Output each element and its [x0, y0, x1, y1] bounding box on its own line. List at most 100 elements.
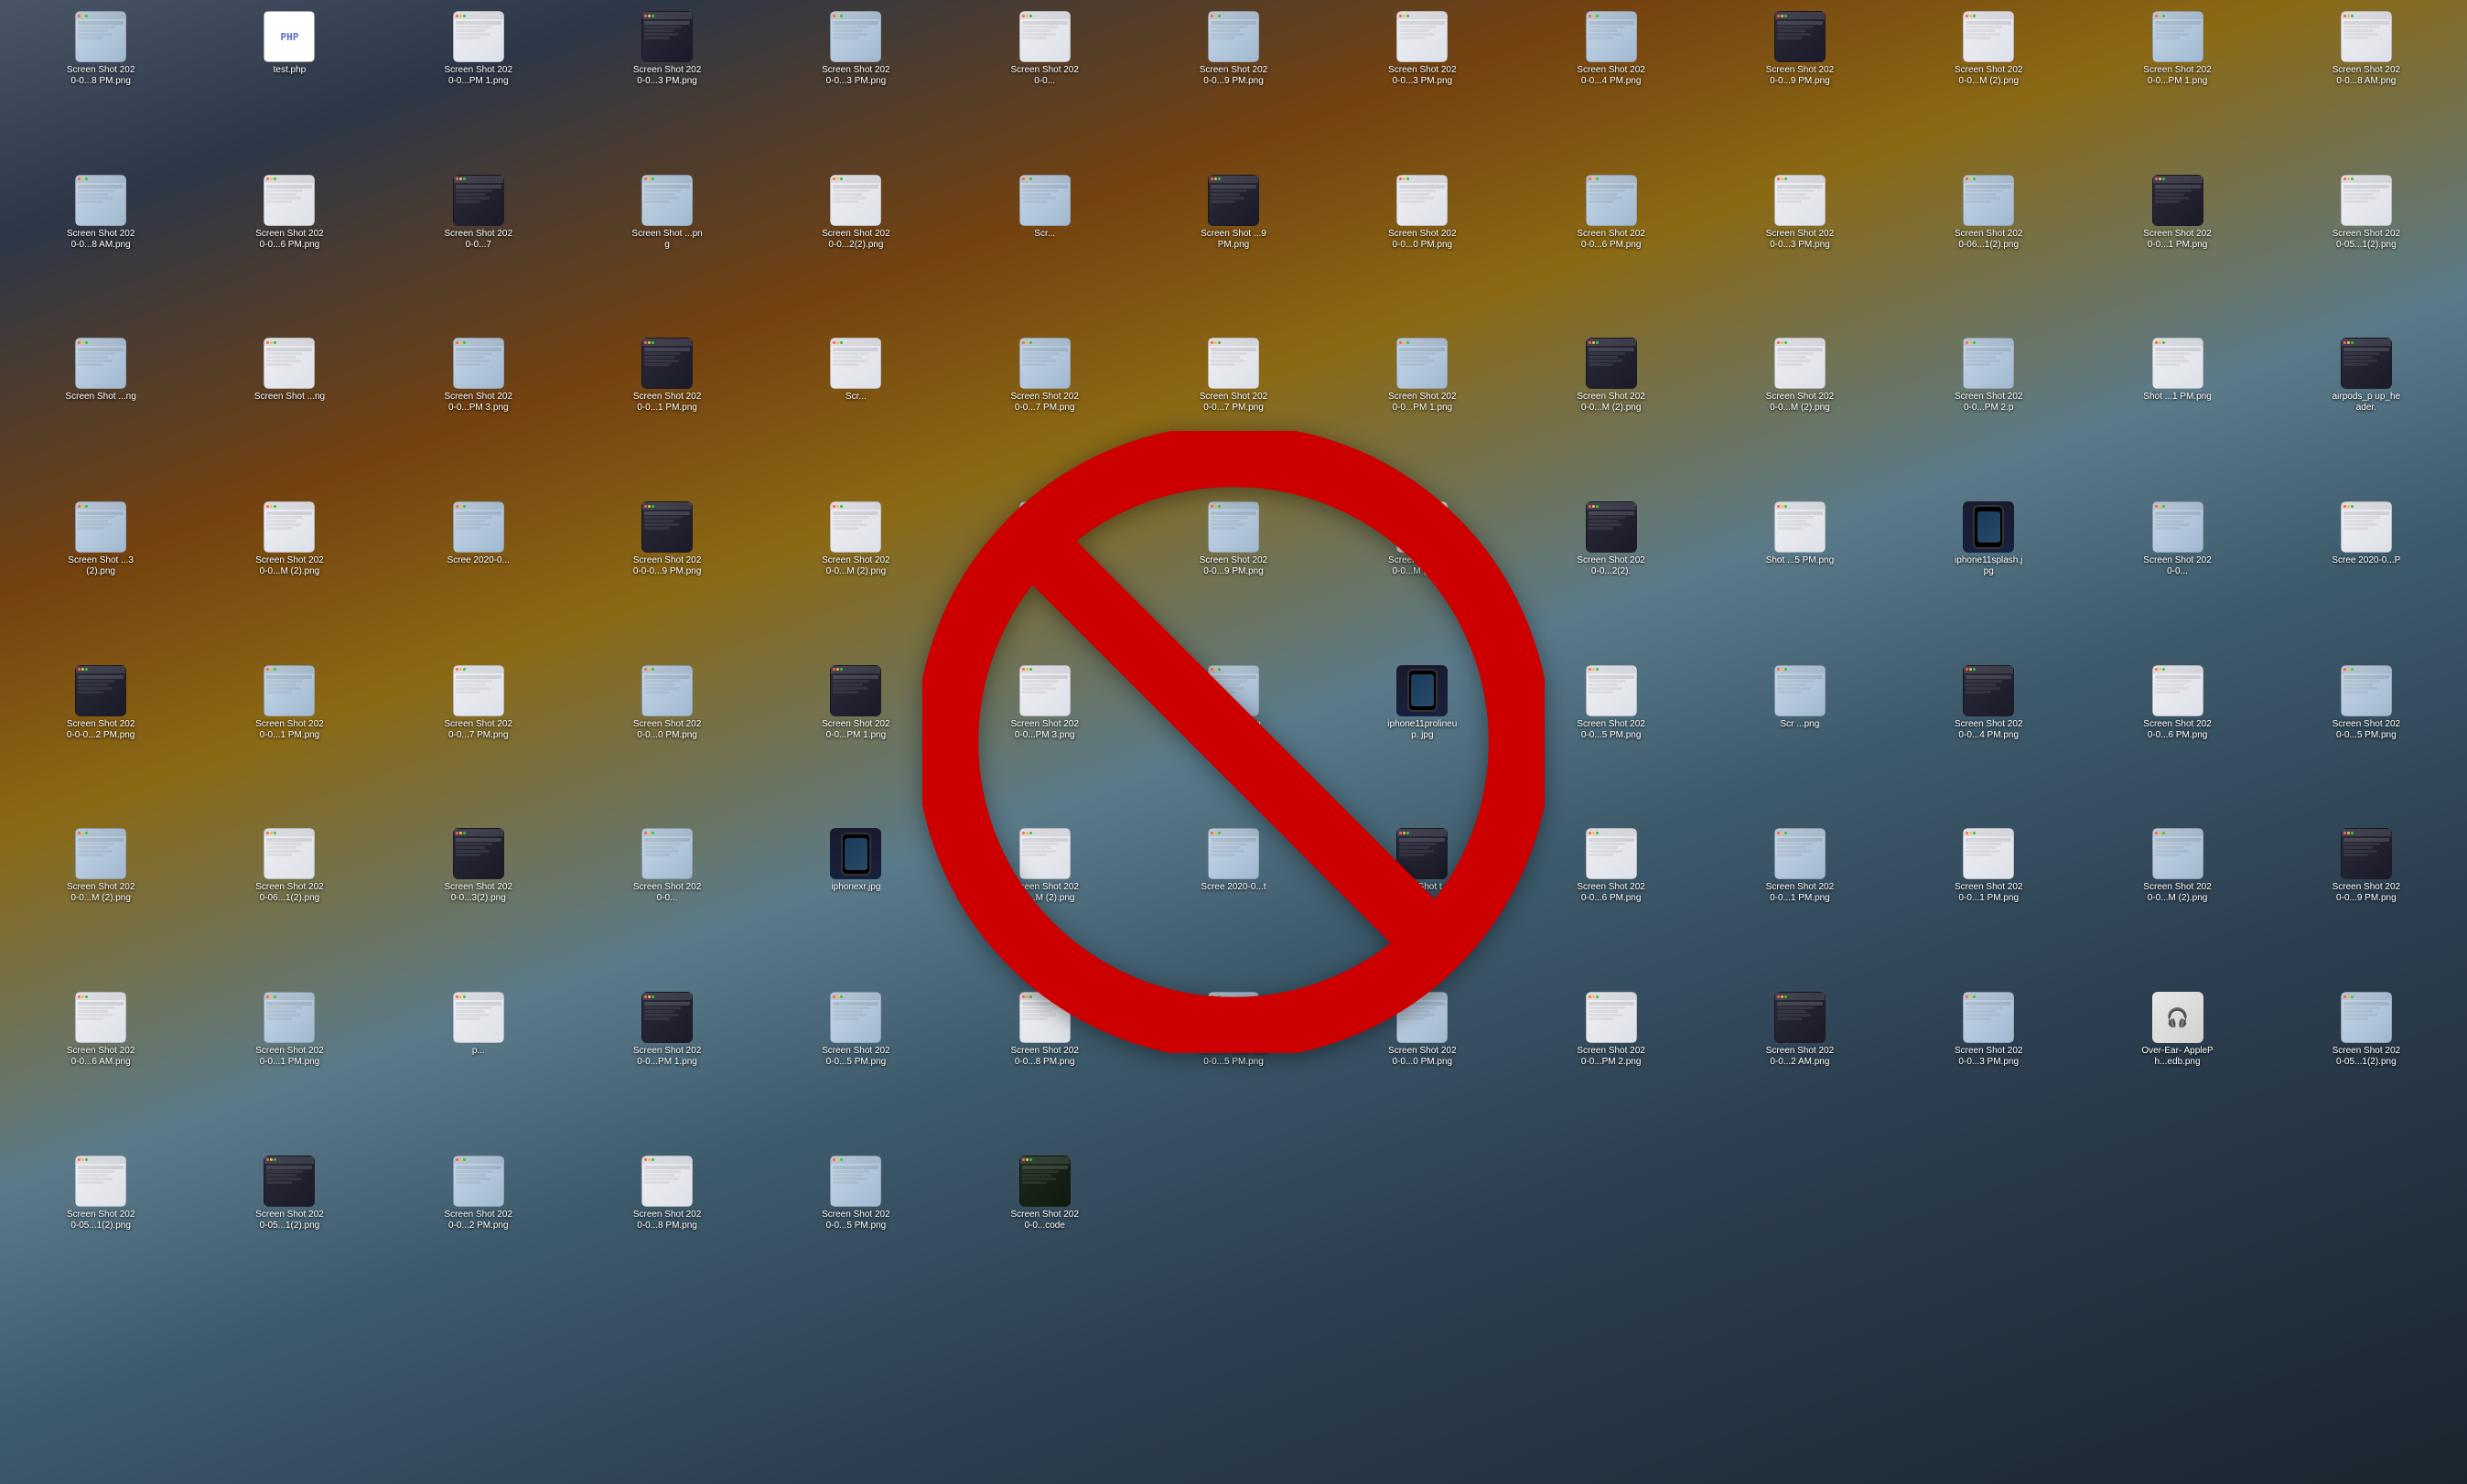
desktop-icon-59[interactable]: Shot ...?).png [1188, 661, 1279, 823]
desktop-icon-25[interactable]: Screen Shot 2020-0...1 PM.png [2132, 171, 2224, 333]
desktop-icon-96[interactable]: Screen Shot 2020-0...5 PM.png [810, 1152, 901, 1314]
desktop-icon-89[interactable]: Screen Shot 2020-0...3 PM.png [1943, 988, 2034, 1150]
desktop-icon-17[interactable]: Screen Shot ...png [621, 171, 713, 333]
desktop-icon-42[interactable]: Scree 2020-0... [433, 498, 524, 660]
desktop-icon-18[interactable]: Screen Shot 2020-0...2(2).png [810, 171, 901, 333]
desktop-icon-78[interactable]: Screen Shot 2020-0...9 PM.png [2321, 824, 2412, 986]
desktop-icon-31[interactable]: Scr... [810, 334, 901, 496]
desktop-icon-21[interactable]: Screen Shot 2020-0...0 PM.png [1376, 171, 1468, 333]
desktop-icon-22[interactable]: Screen Shot 2020-0...6 PM.png [1566, 171, 1657, 333]
desktop-icon-1[interactable]: Screen Shot 2020-0...8 PM.png [55, 7, 146, 169]
desktop-icon-61[interactable]: Screen Shot 2020-0...5 PM.png [1566, 661, 1657, 823]
desktop-icon-2[interactable]: PHPtest.php [243, 7, 335, 169]
desktop-icon-23[interactable]: Screen Shot 2020-0...3 PM.png [1754, 171, 1846, 333]
desktop-icon-91[interactable]: Screen Shot 2020-05...1(2).png [2321, 988, 2412, 1150]
desktop-icon-26[interactable]: Screen Shot 2020-05...1(2).png [2321, 171, 2412, 333]
desktop-icon-74[interactable]: Screen Shot 2020-0...6 PM.png [1566, 824, 1657, 986]
desktop-icon-15[interactable]: Screen Shot 2020-0...6 PM.png [243, 171, 335, 333]
desktop-icon-19[interactable]: Scr... [999, 171, 1091, 333]
desktop-icon-9[interactable]: Screen Shot 2020-0...4 PM.png [1566, 7, 1657, 169]
desktop-icon-67[interactable]: Screen Shot 2020-06...1(2).png [243, 824, 335, 986]
desktop-icon-48[interactable]: Screen Shot 2020-0...2(2). [1566, 498, 1657, 660]
desktop-icon-73[interactable]: Screen Shot t (2).png [1376, 824, 1468, 986]
desktop-icon-85[interactable]: Screen Shot 2020-0...5 PM.png [1188, 988, 1279, 1150]
desktop-icon-29[interactable]: Screen Shot 2020-0...PM 3.png [433, 334, 524, 496]
desktop-icon-50[interactable]: iphone11splash.j pg [1943, 498, 2034, 660]
desktop-icon-83[interactable]: Screen Shot 2020-0...5 PM.png [810, 988, 901, 1150]
desktop-icon-81[interactable]: p... [433, 988, 524, 1150]
desktop-icon-68[interactable]: Screen Shot 2020-0...3(2).png [433, 824, 524, 986]
desktop-icon-72[interactable]: Scree 2020-0...t [1188, 824, 1279, 986]
desktop-icon-12[interactable]: Screen Shot 2020-0...PM 1.png [2132, 7, 2224, 169]
desktop-icon-6[interactable]: Screen Shot 2020-0... [999, 7, 1091, 169]
desktop-icon-53[interactable]: Screen Shot 2020-0-0...2 PM.png [55, 661, 146, 823]
desktop-icon-40[interactable]: Screen Shot ...3(2).png [55, 498, 146, 660]
desktop-icon-8[interactable]: Screen Shot 2020-0...3 PM.png [1376, 7, 1468, 169]
icon-label-13: Screen Shot 2020-0...8 AM.png [2330, 65, 2403, 87]
desktop-icon-32[interactable]: Screen Shot 2020-0...7 PM.png [999, 334, 1091, 496]
desktop-icon-47[interactable]: Screen Shot 2020-0...M (2).png [1376, 498, 1468, 660]
desktop-icon-20[interactable]: Screen Shot ...9 PM.png [1188, 171, 1279, 333]
icon-label-71: Screen Shot 2020-0...M (2).png [1008, 882, 1082, 904]
desktop-icon-86[interactable]: Screen Shot 2020-0...0 PM.png [1376, 988, 1468, 1150]
desktop-icon-54[interactable]: Screen Shot 2020-0...1 PM.png [243, 661, 335, 823]
desktop-icon-60[interactable]: iphone11prolineup. jpg [1376, 661, 1468, 823]
desktop-icon-43[interactable]: Screen Shot 2020-0-0...9 PM.png [621, 498, 713, 660]
desktop-icon-88[interactable]: Screen Shot 2020-0...2 AM.png [1754, 988, 1846, 1150]
desktop-icon-70[interactable]: iphonexr.jpg [810, 824, 901, 986]
desktop-icon-55[interactable]: Screen Shot 2020-0...7 PM.png [433, 661, 524, 823]
desktop-icon-44[interactable]: Screen Shot 2020-0...M (2).png [810, 498, 901, 660]
desktop-icon-41[interactable]: Screen Shot 2020-0...M (2).png [243, 498, 335, 660]
desktop-icon-97[interactable]: Screen Shot 2020-0...code [999, 1152, 1091, 1314]
desktop-icon-92[interactable]: Screen Shot 2020-05...1(2).png [55, 1152, 146, 1314]
desktop-icon-51[interactable]: Screen Shot 2020-0... [2132, 498, 2224, 660]
desktop-icon-5[interactable]: Screen Shot 2020-0...3 PM.png [810, 7, 901, 169]
desktop-icon-33[interactable]: Screen Shot 2020-0...7 PM.png [1188, 334, 1279, 496]
desktop-icon-66[interactable]: Screen Shot 2020-0...M (2).png [55, 824, 146, 986]
desktop-icon-24[interactable]: Screen Shot 2020-06...1(2).png [1943, 171, 2034, 333]
desktop-icon-14[interactable]: Screen Shot 2020-0...8 AM.png [55, 171, 146, 333]
desktop-icon-28[interactable]: Screen Shot ...ng [243, 334, 335, 496]
desktop-icon-71[interactable]: Screen Shot 2020-0...M (2).png [999, 824, 1091, 986]
desktop-icon-75[interactable]: Screen Shot 2020-0...1 PM.png [1754, 824, 1846, 986]
desktop-icon-90[interactable]: 🎧Over-Ear- ApplePh...edb.png [2132, 988, 2224, 1150]
desktop-icon-7[interactable]: Screen Shot 2020-0...9 PM.png [1188, 7, 1279, 169]
desktop-icon-69[interactable]: Screen Shot 2020-0... [621, 824, 713, 986]
desktop-icon-37[interactable]: Screen Shot 2020-0...PM 2.p [1943, 334, 2034, 496]
desktop-icon-3[interactable]: Screen Shot 2020-0...PM 1.png [433, 7, 524, 169]
desktop-icon-79[interactable]: Screen Shot 2020-0...6 AM.png [55, 988, 146, 1150]
desktop-icon-16[interactable]: Screen Shot 2020-0...7 [433, 171, 524, 333]
desktop-icon-38[interactable]: Shot ...1 PM.png [2132, 334, 2224, 496]
desktop-icon-94[interactable]: Screen Shot 2020-0...2 PM.png [433, 1152, 524, 1314]
desktop-icon-13[interactable]: Screen Shot 2020-0...8 AM.png [2321, 7, 2412, 169]
desktop-icon-4[interactable]: Screen Shot 2020-0...3 PM.png [621, 7, 713, 169]
desktop-icon-65[interactable]: Screen Shot 2020-0...5 PM.png [2321, 661, 2412, 823]
desktop-icon-62[interactable]: Scr ...png [1754, 661, 1846, 823]
desktop-icon-39[interactable]: airpods_p up_header. [2321, 334, 2412, 496]
desktop-icon-34[interactable]: Screen Shot 2020-0...PM 1.png [1376, 334, 1468, 496]
desktop-icon-35[interactable]: Screen Shot 2020-0...M (2).png [1566, 334, 1657, 496]
desktop-icon-64[interactable]: Screen Shot 2020-0...6 PM.png [2132, 661, 2224, 823]
desktop-icon-87[interactable]: Screen Shot 2020-0...PM 2.png [1566, 988, 1657, 1150]
desktop-icon-11[interactable]: Screen Shot 2020-0...M (2).png [1943, 7, 2034, 169]
desktop-icon-49[interactable]: Shot ...5 PM.png [1754, 498, 1846, 660]
desktop-icon-63[interactable]: Screen Shot 2020-0...4 PM.png [1943, 661, 2034, 823]
desktop-icon-76[interactable]: Screen Shot 2020-0...1 PM.png [1943, 824, 2034, 986]
desktop-icon-30[interactable]: Screen Shot 2020-0...1 PM.png [621, 334, 713, 496]
desktop-icon-46[interactable]: Screen Shot 2020-0...9 PM.png [1188, 498, 1279, 660]
desktop-icon-58[interactable]: Screen Shot 2020-0...PM 3.png [999, 661, 1091, 823]
desktop-icon-77[interactable]: Screen Shot 2020-0...M (2).png [2132, 824, 2224, 986]
desktop-icon-84[interactable]: Screen Shot 2020-0...8 PM.png [999, 988, 1091, 1150]
desktop-icon-27[interactable]: Screen Shot ...ng [55, 334, 146, 496]
icon-thumbnail-20 [1208, 175, 1259, 226]
desktop-icon-80[interactable]: Screen Shot 2020-0...1 PM.png [243, 988, 335, 1150]
desktop-icon-57[interactable]: Screen Shot 2020-0...PM 1.png [810, 661, 901, 823]
desktop-icon-95[interactable]: Screen Shot 2020-0...8 PM.png [621, 1152, 713, 1314]
desktop-icon-82[interactable]: Screen Shot 2020-0...PM 1.png [621, 988, 713, 1150]
desktop-icon-45[interactable]: Screen Shot 2020-05...1(2).png [999, 498, 1091, 660]
desktop-icon-93[interactable]: Screen Shot 2020-05...1(2).png [243, 1152, 335, 1314]
desktop-icon-36[interactable]: Screen Shot 2020-0...M (2).png [1754, 334, 1846, 496]
desktop-icon-52[interactable]: Scree 2020-0...P [2321, 498, 2412, 660]
desktop-icon-10[interactable]: Screen Shot 2020-0...9 PM.png [1754, 7, 1846, 169]
desktop-icon-56[interactable]: Screen Shot 2020-0...0 PM.png [621, 661, 713, 823]
